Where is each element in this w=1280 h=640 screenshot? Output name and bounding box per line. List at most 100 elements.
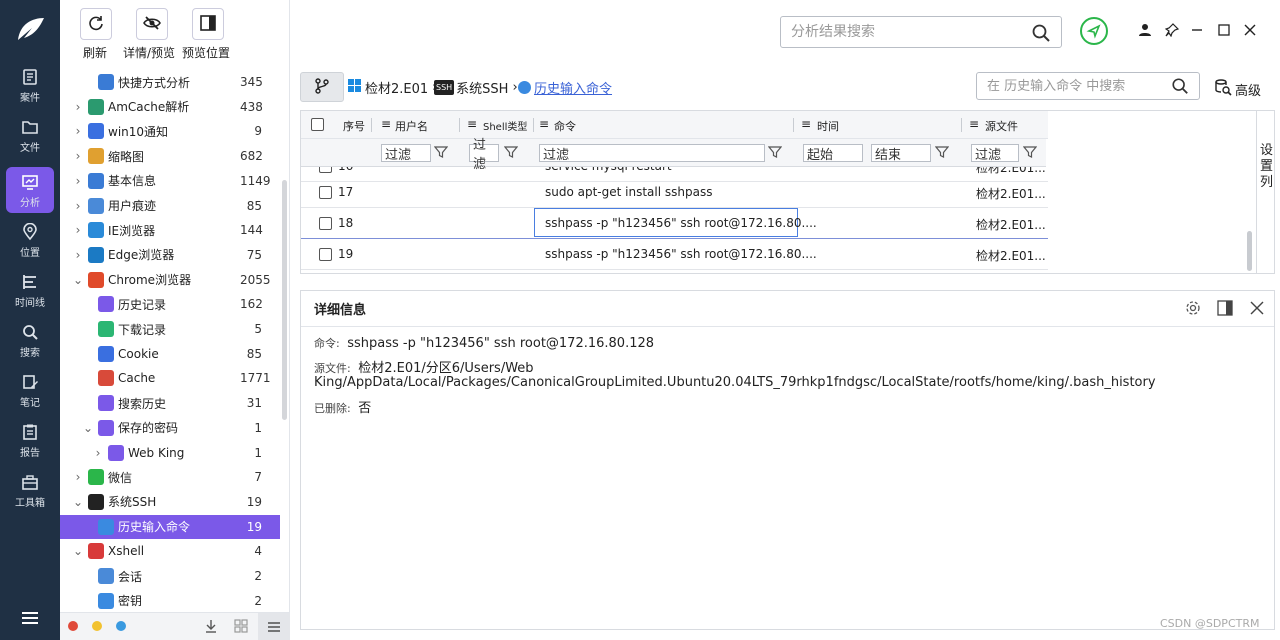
tree-item[interactable]: ⌄ 系统SSH 19 [60, 490, 280, 514]
tree-item[interactable]: › 缩略图 682 [60, 144, 280, 168]
download-icon[interactable] [204, 619, 218, 636]
table-scrollbar[interactable] [1247, 231, 1252, 271]
tree-item[interactable]: › win10通知 9 [60, 119, 280, 143]
table-search-input[interactable] [977, 73, 1167, 99]
tree-scrollbar[interactable] [282, 180, 287, 420]
shell-type-filter-input[interactable]: 过滤 [469, 138, 499, 172]
command-filter-input[interactable]: 过滤 [539, 144, 765, 163]
nav-item-timeline[interactable]: 时间线 [6, 267, 54, 313]
tree-item[interactable]: › IE浏览器 144 [60, 218, 280, 242]
col-header-no[interactable]: 序号 [343, 118, 365, 134]
col-header-username[interactable]: 用户名 [395, 118, 428, 134]
list-view-icon[interactable] [258, 613, 290, 640]
tree-item[interactable]: › Web King 1 [60, 441, 280, 465]
chevron-right-icon[interactable]: › [72, 124, 84, 138]
locate-button[interactable] [1078, 16, 1110, 48]
preview-position-button[interactable] [192, 8, 224, 40]
source-filter-input[interactable]: 过滤 [971, 144, 1019, 163]
breadcrumb-current[interactable]: 历史输入命令 [518, 78, 612, 97]
col-header-source[interactable]: 源文件 [985, 118, 1018, 134]
filter-icon[interactable] [767, 145, 783, 162]
chevron-right-icon[interactable]: › [72, 248, 84, 262]
nav-item-toolbox[interactable]: 工具箱 [6, 467, 54, 513]
close-icon[interactable] [1249, 300, 1265, 319]
col-separator[interactable] [961, 118, 962, 132]
pin-button[interactable] [1163, 22, 1181, 40]
branch-button[interactable] [300, 72, 344, 102]
tree-item[interactable]: › 基本信息 1149 [60, 169, 280, 193]
search-icon[interactable] [1031, 23, 1051, 46]
col-separator[interactable] [371, 118, 372, 132]
tree-item[interactable]: 密钥 2 [60, 589, 280, 612]
row-checkbox[interactable] [319, 186, 332, 199]
chevron-right-icon[interactable]: › [92, 446, 104, 460]
chevron-down-icon[interactable]: ⌄ [72, 544, 84, 558]
table-row[interactable]: 19 sshpass -p "h123456" ssh root@172.16.8… [301, 239, 1048, 270]
chevron-right-icon[interactable]: › [72, 149, 84, 163]
col-header-shell-type[interactable]: Shell类型 [483, 118, 527, 133]
filter-icon[interactable] [934, 145, 950, 162]
chevron-right-icon[interactable]: › [72, 199, 84, 213]
chevron-right-icon[interactable]: › [72, 100, 84, 114]
chevron-right-icon[interactable]: › [72, 174, 84, 188]
breadcrumb-ssh[interactable]: SSH 系统SSH › [434, 78, 518, 97]
nav-item-files[interactable]: 文件 [6, 112, 54, 158]
tree-item[interactable]: 历史输入命令 19 [60, 514, 280, 539]
table-search-box[interactable] [976, 72, 1200, 100]
nav-item-report[interactable]: 报告 [6, 417, 54, 463]
advanced-search-button[interactable]: 高级 [1214, 78, 1261, 100]
tree-item[interactable]: Cookie 85 [60, 342, 280, 366]
nav-item-notes[interactable]: 笔记 [6, 367, 54, 413]
detail-preview-button[interactable] [136, 8, 168, 40]
breadcrumb-case[interactable]: 检材2.E01 › [348, 78, 437, 97]
tree-item[interactable]: 下载记录 5 [60, 317, 280, 341]
user-button[interactable] [1136, 22, 1154, 40]
tree-item[interactable]: 快捷方式分析 345 [60, 72, 280, 94]
username-filter-input[interactable]: 过滤 [381, 144, 431, 163]
filter-icon[interactable] [433, 145, 449, 162]
refresh-button[interactable] [80, 8, 112, 40]
col-header-command[interactable]: 命令 [554, 118, 576, 134]
hamburger-menu-icon[interactable] [20, 610, 40, 626]
panel-right-icon[interactable] [1217, 300, 1233, 319]
column-settings-button[interactable]: 设 置 列 [1256, 111, 1274, 273]
select-all-checkbox[interactable] [311, 118, 324, 131]
nav-item-location[interactable]: 位置 [6, 217, 54, 263]
tree-item[interactable]: › 微信 7 [60, 465, 280, 489]
chevron-right-icon[interactable]: › [72, 223, 84, 237]
col-header-time[interactable]: 时间 [817, 118, 839, 134]
col-separator[interactable] [459, 118, 460, 132]
chevron-down-icon[interactable]: ⌄ [82, 421, 94, 435]
row-command[interactable]: sshpass -p "h123456" ssh root@172.16.80.… [545, 247, 817, 261]
close-window-button[interactable] [1241, 22, 1259, 40]
search-icon[interactable] [1171, 77, 1189, 98]
row-checkbox[interactable] [319, 217, 332, 230]
analysis-search-box[interactable] [780, 16, 1062, 48]
tree-item[interactable]: › 用户痕迹 85 [60, 194, 280, 218]
chevron-down-icon[interactable]: ⌄ [72, 273, 84, 287]
minimize-button[interactable] [1188, 22, 1206, 40]
filter-icon[interactable] [1022, 145, 1038, 162]
tree-item[interactable]: ⌄ 保存的密码 1 [60, 416, 280, 440]
chevron-right-icon[interactable]: › [72, 470, 84, 484]
analysis-search-input[interactable] [781, 17, 1021, 47]
tree-item[interactable]: ⌄ Xshell 4 [60, 539, 280, 563]
gear-icon[interactable] [1185, 300, 1201, 319]
tree-item[interactable]: ⌄ Chrome浏览器 2055 [60, 268, 280, 292]
tree-item[interactable]: 会话 2 [60, 564, 280, 588]
tree-item[interactable]: 历史记录 162 [60, 292, 280, 316]
time-start-filter-input[interactable]: 起始 [803, 144, 863, 163]
chevron-down-icon[interactable]: ⌄ [72, 495, 84, 509]
nav-item-analysis[interactable]: 分析 [6, 167, 54, 213]
nav-item-search[interactable]: 搜索 [6, 317, 54, 363]
grid-view-icon[interactable] [234, 619, 248, 636]
tree-item[interactable]: Cache 1771 [60, 366, 280, 390]
col-separator[interactable] [793, 118, 794, 132]
tree-item[interactable]: › Edge浏览器 75 [60, 243, 280, 267]
tree-item[interactable]: 搜索历史 31 [60, 391, 280, 415]
row-command[interactable]: service mysql restart [545, 167, 672, 173]
table-row[interactable]: 18 sshpass -p "h123456" ssh root@172.16.8… [301, 208, 1048, 239]
row-command[interactable]: sudo apt-get install sshpass [545, 185, 712, 199]
row-command[interactable]: sshpass -p "h123456" ssh root@172.16.80.… [534, 208, 817, 237]
nav-item-case[interactable]: 案件 [6, 62, 54, 108]
